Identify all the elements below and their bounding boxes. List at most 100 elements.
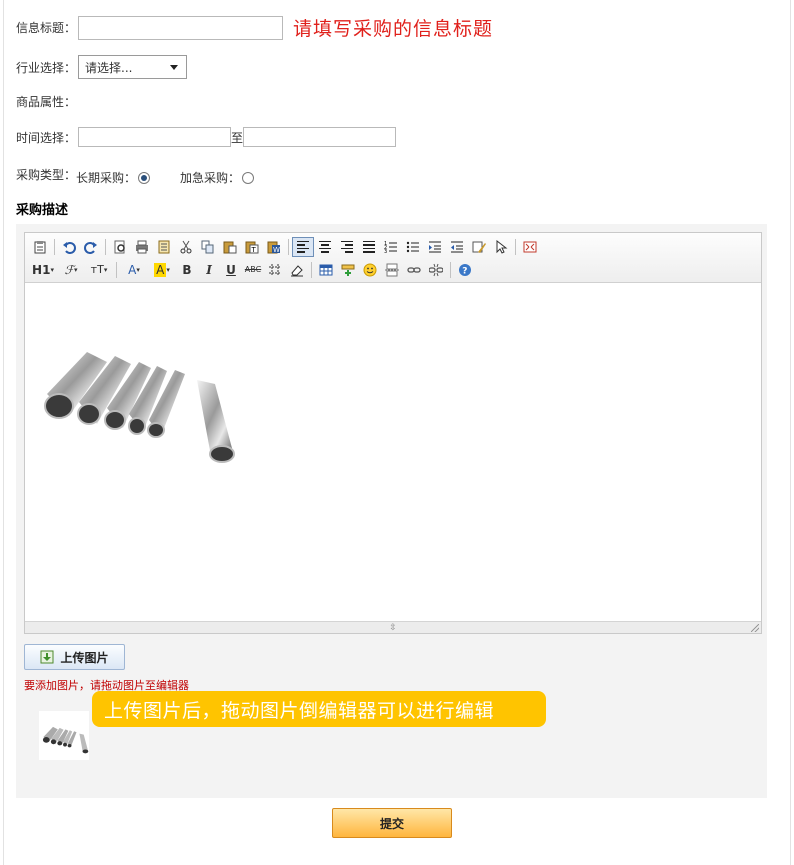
toolbar-separator	[116, 261, 117, 278]
steel-pipes-image[interactable]	[37, 344, 237, 474]
select-all-icon[interactable]	[490, 237, 512, 257]
industry-row: 行业选择： 请选择...	[16, 55, 188, 79]
font-color-label: A	[128, 262, 137, 277]
svg-text:?: ?	[462, 266, 467, 276]
svg-text:3: 3	[384, 249, 387, 254]
toolbar-separator	[288, 238, 289, 255]
image-upload-icon	[40, 650, 54, 664]
industry-label: 行业选择：	[16, 60, 77, 75]
font-size-label: тT	[90, 263, 104, 276]
type-row: 采购类型： 长期采购： 加急采购：	[16, 163, 255, 186]
description-title: 采购描述	[16, 203, 69, 218]
indent-icon[interactable]	[424, 237, 446, 257]
highlight-color-dropdown[interactable]: A ▾	[148, 260, 176, 280]
industry-select-value: 请选择...	[85, 60, 133, 75]
time-end-input[interactable]	[243, 127, 397, 147]
type-option-longterm-label: 长期采购：	[76, 171, 137, 185]
title-hint: 请填写采购的信息标题	[293, 18, 494, 40]
paste-plain-icon[interactable]: T	[241, 237, 263, 257]
table-icon[interactable]	[315, 260, 337, 280]
pipe-6	[197, 380, 235, 463]
align-center-icon[interactable]	[314, 237, 336, 257]
resize-handle-icon: ⇳	[389, 622, 397, 633]
type-option-urgent-label: 加急采购：	[180, 171, 241, 185]
chevron-down-icon	[170, 65, 179, 70]
align-left-icon[interactable]	[292, 236, 314, 257]
underline-label: U	[226, 262, 236, 277]
time-separator: 至	[231, 130, 244, 145]
time-start-input[interactable]	[78, 127, 232, 147]
submit-button[interactable]: 提交	[332, 808, 452, 838]
highlight-color-label: A	[154, 262, 167, 277]
preview-icon[interactable]	[109, 237, 131, 257]
paste-text-icon[interactable]	[29, 237, 51, 257]
template-icon[interactable]	[153, 237, 175, 257]
uploaded-image-thumbnail[interactable]	[39, 711, 89, 760]
toolbar-separator	[515, 238, 516, 255]
toolbar-separator	[311, 261, 312, 278]
paste-icon[interactable]	[219, 237, 241, 257]
title-input[interactable]	[78, 15, 284, 40]
unordered-list-icon[interactable]	[402, 237, 424, 257]
justify-icon[interactable]	[358, 237, 380, 257]
help-icon[interactable]: ?	[454, 260, 476, 280]
toolbar-separator	[54, 238, 55, 255]
font-color-dropdown[interactable]: A ▾	[120, 260, 148, 280]
ordered-list-icon[interactable]: 123	[380, 237, 402, 257]
bold-label: B	[182, 262, 192, 277]
svg-text:W: W	[273, 246, 280, 254]
toolbar-row-1: T W 123	[29, 235, 757, 258]
heading-label: H1	[32, 262, 51, 277]
time-row: 时间选择： 至	[16, 127, 397, 147]
emoticon-icon[interactable]	[359, 260, 381, 280]
eraser-icon[interactable]	[286, 260, 308, 280]
editor-resize-bar[interactable]: ⇳	[25, 621, 761, 633]
corner-grip-icon[interactable]	[751, 624, 759, 632]
type-option-longterm-radio[interactable]	[138, 171, 151, 184]
align-right-icon[interactable]	[336, 237, 358, 257]
strikethrough-label: ABC	[244, 265, 262, 274]
time-label: 时间选择：	[16, 130, 77, 145]
submit-label: 提交	[379, 816, 404, 831]
title-row: 信息标题： 请填写采购的信息标题	[16, 14, 493, 41]
unlink-icon[interactable]	[425, 260, 447, 280]
editor-toolbar: T W 123 H1 ▾ ℱ ▾ тT ▾ A ▾ A ▾ B I U ABC …	[25, 233, 761, 283]
bold-button[interactable]: B	[176, 260, 198, 280]
steel-pipes-thumbnail	[42, 726, 89, 754]
font-family-dropdown[interactable]: ℱ ▾	[57, 260, 85, 280]
upload-image-button[interactable]: 上传图片	[24, 644, 125, 670]
toolbar-row-2: H1 ▾ ℱ ▾ тT ▾ A ▾ A ▾ B I U ABC ?	[29, 258, 757, 281]
undo-icon[interactable]	[58, 237, 80, 257]
rich-text-editor: T W 123 H1 ▾ ℱ ▾ тT ▾ A ▾ A ▾ B I U ABC …	[24, 232, 762, 634]
copy-icon[interactable]	[197, 237, 219, 257]
clean-format-icon[interactable]	[468, 237, 490, 257]
type-option-urgent-radio[interactable]	[242, 171, 255, 184]
paste-word-icon[interactable]: W	[263, 237, 285, 257]
font-size-dropdown[interactable]: тT ▾	[85, 260, 113, 280]
title-label: 信息标题：	[16, 21, 77, 35]
fullscreen-icon[interactable]	[519, 237, 541, 257]
page-break-icon[interactable]	[381, 260, 403, 280]
italic-button[interactable]: I	[198, 260, 220, 280]
redo-icon[interactable]	[80, 237, 102, 257]
toolbar-separator	[105, 238, 106, 255]
font-family-label: ℱ	[64, 262, 74, 277]
italic-label: I	[206, 262, 212, 277]
underline-button[interactable]: U	[220, 260, 242, 280]
heading-dropdown[interactable]: H1 ▾	[29, 260, 57, 280]
svg-text:T: T	[251, 246, 257, 254]
insert-row-icon[interactable]	[337, 260, 359, 280]
cut-icon[interactable]	[175, 237, 197, 257]
attr-label: 商品属性：	[16, 95, 77, 109]
upload-image-label: 上传图片	[60, 650, 109, 665]
print-icon[interactable]	[131, 237, 153, 257]
toolbar-separator	[450, 261, 451, 278]
outdent-icon[interactable]	[446, 237, 468, 257]
type-label: 采购类型：	[16, 168, 77, 182]
industry-select[interactable]: 请选择...	[78, 55, 188, 79]
editor-content-area[interactable]	[25, 284, 761, 622]
link-icon[interactable]	[403, 260, 425, 280]
upload-callout: 上传图片后，拖动图片倒编辑器可以进行编辑	[92, 691, 546, 727]
strikethrough-button[interactable]: ABC	[242, 260, 264, 280]
hr-grid-icon[interactable]	[264, 260, 286, 280]
